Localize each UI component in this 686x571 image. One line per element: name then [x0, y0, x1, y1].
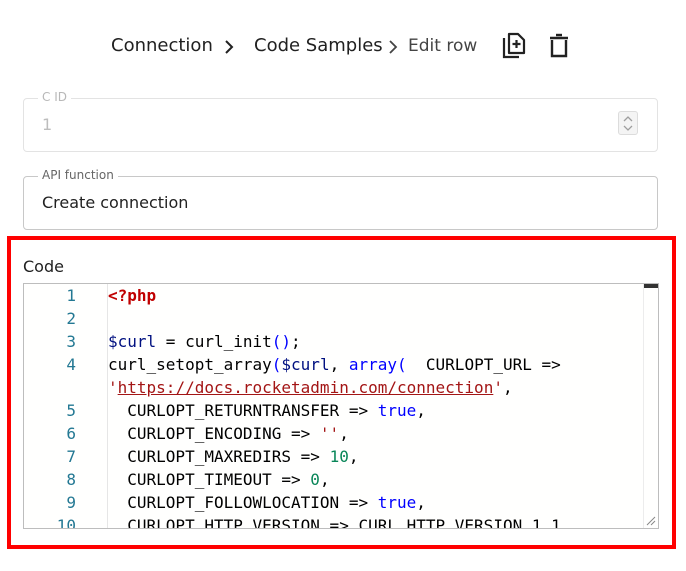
delete-row-button[interactable] [544, 31, 574, 61]
code-token: , [329, 355, 349, 374]
code-token: ' [108, 378, 118, 397]
code-token: , [416, 401, 426, 420]
code-line: CURLOPT_HTTP_VERSION => CURL_HTTP_VERSIO… [108, 514, 561, 529]
code-token: 10 [329, 447, 349, 466]
code-token: https://docs.rocketadmin.com/connection [117, 378, 494, 397]
line-number: 1 [66, 286, 76, 305]
code-token: <?php [108, 286, 157, 305]
code-token: 0 [310, 470, 320, 489]
line-number: 3 [66, 332, 76, 351]
number-stepper [618, 111, 638, 135]
c-id-label: C ID [38, 90, 71, 104]
api-function-input[interactable]: Create connection [42, 193, 188, 212]
duplicate-row-button[interactable] [499, 31, 529, 61]
vertical-scrollbar[interactable] [643, 284, 658, 528]
code-token: CURLOPT_FOLLOWLOCATION => [108, 493, 378, 512]
code-editor[interactable]: 1 2 3 4 5 6 7 8 9 10 <?php $curl = curl_init(); cur… [23, 283, 659, 529]
code-token: CURLOPT_RETURNTRANSFER => [108, 401, 378, 420]
code-line: CURLOPT_FOLLOWLOCATION => true, [108, 491, 426, 514]
line-number-gutter: 1 2 3 4 5 6 7 8 9 10 [24, 284, 108, 528]
code-token: CURLOPT_MAXREDIRS => [108, 447, 330, 466]
trash-icon [550, 33, 568, 58]
chevron-right-icon [389, 40, 398, 54]
breadcrumb: Connection Code Samples Edit row [0, 31, 686, 63]
code-token: CURLOPT_HTTP_VERSION => CURL_HTTP_VERSIO… [108, 516, 561, 529]
line-number: 5 [66, 401, 76, 420]
line-number: 10 [56, 516, 76, 529]
code-label: Code [23, 257, 64, 276]
breadcrumb-connection[interactable]: Connection [111, 35, 213, 56]
chevron-down-icon [623, 125, 633, 131]
code-token: , [339, 424, 349, 443]
code-token: $curl [108, 332, 157, 351]
code-token: true [377, 401, 417, 420]
line-number: 2 [66, 309, 76, 328]
scrollbar-thumb[interactable] [644, 284, 658, 288]
api-function-field[interactable]: API function Create connection [23, 168, 658, 230]
code-token: ' [493, 378, 503, 397]
line-number: 4 [66, 355, 76, 374]
code-token: = curl_init [156, 332, 272, 351]
code-token: ( [271, 355, 282, 374]
code-token: , [348, 447, 359, 466]
chevron-up-icon [623, 115, 633, 121]
line-number: 7 [66, 447, 76, 466]
code-token: array( [348, 355, 407, 374]
code-token: CURLOPT_ENCODING => [108, 424, 320, 443]
code-token: , [502, 378, 513, 397]
resize-handle-icon[interactable] [646, 516, 656, 526]
code-line: CURLOPT_MAXREDIRS => 10, [108, 445, 358, 468]
code-line: CURLOPT_RETURNTRANSFER => true, [108, 399, 426, 422]
code-line: curl_setopt_array($curl, array( CURLOPT_… [108, 353, 561, 376]
code-token: curl_setopt_array [108, 355, 272, 374]
code-line: $curl = curl_init(); [108, 330, 301, 353]
code-token: ; [291, 332, 301, 351]
line-number: 8 [66, 470, 76, 489]
code-token: CURLOPT_URL => [406, 355, 561, 374]
code-token: $curl [281, 355, 330, 374]
c-id-value: 1 [42, 115, 53, 134]
code-token: true [377, 493, 417, 512]
copy-plus-icon [502, 32, 526, 59]
code-token: , [319, 470, 330, 489]
code-line: 'https://docs.rocketadmin.com/connection… [108, 376, 513, 399]
breadcrumb-table[interactable]: Code Samples [254, 35, 383, 56]
c-id-field: C ID 1 [23, 90, 658, 152]
code-token: CURLOPT_TIMEOUT => [108, 470, 311, 489]
code-token: '' [319, 424, 340, 443]
line-number: 6 [66, 424, 76, 443]
chevron-right-icon [225, 40, 234, 54]
breadcrumb-current: Edit row [408, 36, 478, 56]
api-function-label: API function [38, 168, 118, 182]
line-number: 9 [66, 493, 76, 512]
code-line: <?php [108, 284, 156, 307]
code-line: CURLOPT_ENCODING => '', [108, 422, 349, 445]
code-token: () [271, 332, 292, 351]
code-token: , [416, 493, 426, 512]
code-line: CURLOPT_TIMEOUT => 0, [108, 468, 330, 491]
